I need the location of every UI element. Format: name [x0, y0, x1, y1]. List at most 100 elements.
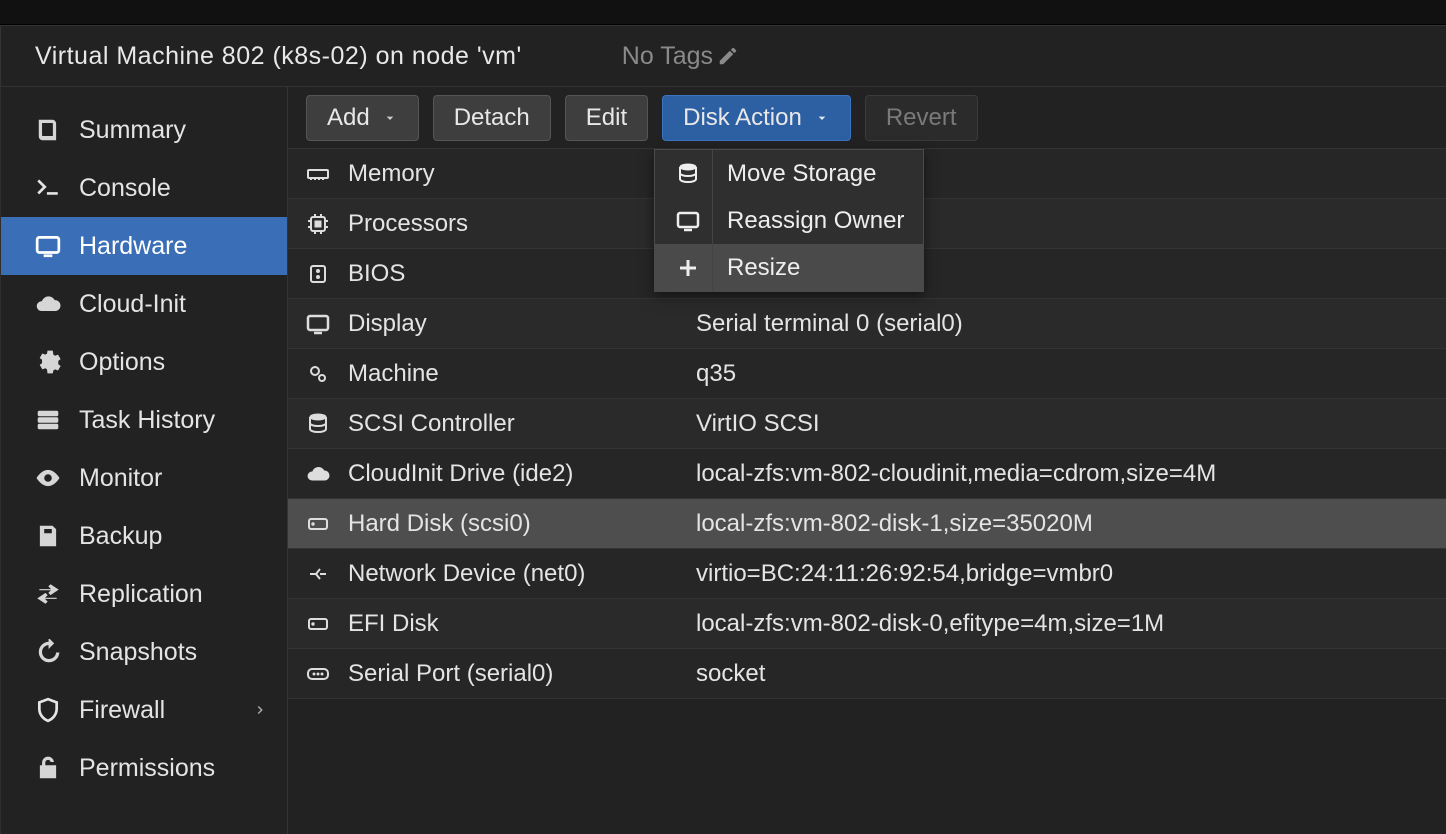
- disk-action-menu: Move Storage Reassign Owner Resize: [654, 149, 924, 292]
- sidebar-item-label: Permissions: [79, 754, 215, 783]
- sidebar-item-backup[interactable]: Backup: [1, 507, 287, 565]
- sidebar-item-console[interactable]: Console: [1, 159, 287, 217]
- menu-item-reassign-owner[interactable]: Reassign Owner: [655, 197, 923, 244]
- sidebar-item-hardware[interactable]: Hardware: [1, 217, 287, 275]
- hardware-row-value: Serial terminal 0 (serial0): [696, 310, 1446, 338]
- hardware-row-value: virtio=BC:24:11:26:92:54,bridge=vmbr0: [696, 560, 1446, 588]
- sidebar-item-label: Console: [79, 174, 171, 203]
- book-icon: [35, 117, 61, 143]
- add-button-label: Add: [327, 104, 370, 132]
- hardware-row-key: EFI Disk: [348, 610, 696, 638]
- hardware-row-key: Hard Disk (scsi0): [348, 510, 696, 538]
- hardware-row-value: local-zfs:vm-802-cloudinit,media=cdrom,s…: [696, 460, 1446, 488]
- toolbar: Add Detach Edit Disk Action Revert: [288, 87, 1446, 149]
- sidebar-item-label: Options: [79, 348, 165, 377]
- pencil-icon: [717, 45, 739, 67]
- eye-icon: [35, 465, 61, 491]
- hardware-row-key: SCSI Controller: [348, 410, 696, 438]
- chevron-down-icon: [382, 110, 398, 126]
- save-icon: [35, 523, 61, 549]
- gears-icon: [306, 362, 330, 386]
- no-tags-button[interactable]: No Tags: [622, 42, 739, 71]
- hardware-row[interactable]: SCSI ControllerVirtIO SCSI: [288, 399, 1446, 449]
- sidebar-item-cloud-init[interactable]: Cloud-Init: [1, 275, 287, 333]
- sidebar-item-label: Cloud-Init: [79, 290, 186, 319]
- menu-item-resize[interactable]: Resize: [655, 244, 923, 291]
- sidebar-item-task-history[interactable]: Task History: [1, 391, 287, 449]
- sidebar-item-permissions[interactable]: Permissions: [1, 739, 287, 797]
- detach-button[interactable]: Detach: [433, 95, 551, 141]
- monitor-icon: [676, 209, 700, 233]
- monitor-icon: [35, 233, 61, 259]
- hardware-row[interactable]: EFI Disklocal-zfs:vm-802-disk-0,efitype=…: [288, 599, 1446, 649]
- hdd-icon: [306, 512, 330, 536]
- disk-action-button[interactable]: Disk Action: [662, 95, 851, 141]
- sidebar-item-label: Monitor: [79, 464, 162, 493]
- sidebar-item-label: Summary: [79, 116, 186, 145]
- hardware-row-key: Memory: [348, 160, 696, 188]
- menu-item-label: Resize: [727, 254, 800, 282]
- page-title: Virtual Machine 802 (k8s-02) on node 'vm…: [35, 42, 522, 71]
- sidebar-item-snapshots[interactable]: Snapshots: [1, 623, 287, 681]
- hardware-row-value: local-zfs:vm-802-disk-0,efitype=4m,size=…: [696, 610, 1446, 638]
- sidebar-item-label: Firewall: [79, 696, 165, 725]
- chip-icon: [306, 262, 330, 286]
- sidebar-item-replication[interactable]: Replication: [1, 565, 287, 623]
- sidebar-item-label: Replication: [79, 580, 203, 609]
- revert-button-label: Revert: [886, 104, 957, 132]
- edit-button[interactable]: Edit: [565, 95, 648, 141]
- hardware-row-key: Network Device (net0): [348, 560, 696, 588]
- hardware-row[interactable]: Hard Disk (scsi0)local-zfs:vm-802-disk-1…: [288, 499, 1446, 549]
- sidebar-item-summary[interactable]: Summary: [1, 101, 287, 159]
- list-icon: [35, 407, 61, 433]
- detach-button-label: Detach: [454, 104, 530, 132]
- hardware-row[interactable]: CloudInit Drive (ide2)local-zfs:vm-802-c…: [288, 449, 1446, 499]
- sidebar-item-label: Task History: [79, 406, 215, 435]
- gear-icon: [35, 349, 61, 375]
- hardware-row-value: VirtIO SCSI: [696, 410, 1446, 438]
- content-pane: Add Detach Edit Disk Action Revert Memor…: [288, 87, 1446, 834]
- sidebar-item-monitor[interactable]: Monitor: [1, 449, 287, 507]
- no-tags-label: No Tags: [622, 42, 713, 71]
- menu-item-label: Reassign Owner: [727, 207, 904, 235]
- menu-item-move-storage[interactable]: Move Storage: [655, 150, 923, 197]
- chevron-down-icon: [814, 110, 830, 126]
- sidebar-item-label: Backup: [79, 522, 162, 551]
- sidebar-item-options[interactable]: Options: [1, 333, 287, 391]
- top-bar: [0, 0, 1446, 25]
- plus-icon: [676, 256, 700, 280]
- hardware-row-key: Machine: [348, 360, 696, 388]
- edit-button-label: Edit: [586, 104, 627, 132]
- hdd-icon: [306, 612, 330, 636]
- cloud-icon: [306, 462, 330, 486]
- disk-action-button-label: Disk Action: [683, 104, 802, 132]
- sync-icon: [35, 581, 61, 607]
- history-icon: [35, 639, 61, 665]
- hardware-row[interactable]: DisplaySerial terminal 0 (serial0): [288, 299, 1446, 349]
- serial-icon: [306, 662, 330, 686]
- terminal-icon: [35, 175, 61, 201]
- database-icon: [306, 412, 330, 436]
- sidebar-item-label: Hardware: [79, 232, 187, 261]
- menu-item-label: Move Storage: [727, 160, 876, 188]
- hardware-row-key: CloudInit Drive (ide2): [348, 460, 696, 488]
- cpu-icon: [306, 212, 330, 236]
- hardware-row-value: q35: [696, 360, 1446, 388]
- hardware-row-value: local-zfs:vm-802-disk-1,size=35020M: [696, 510, 1446, 538]
- hardware-row[interactable]: Serial Port (serial0)socket: [288, 649, 1446, 699]
- hardware-row[interactable]: Network Device (net0)virtio=BC:24:11:26:…: [288, 549, 1446, 599]
- sidebar-item-label: Snapshots: [79, 638, 197, 667]
- add-button[interactable]: Add: [306, 95, 419, 141]
- hardware-row-key: BIOS: [348, 260, 696, 288]
- database-icon: [676, 162, 700, 186]
- page-header: Virtual Machine 802 (k8s-02) on node 'vm…: [0, 25, 1446, 87]
- hardware-row[interactable]: Machineq35: [288, 349, 1446, 399]
- revert-button: Revert: [865, 95, 978, 141]
- memory-icon: [306, 162, 330, 186]
- sidebar-item-firewall[interactable]: Firewall: [1, 681, 287, 739]
- sidebar: Summary Console Hardware Cloud-Init Options T…: [1, 87, 288, 834]
- hardware-row-key: Display: [348, 310, 696, 338]
- network-icon: [306, 562, 330, 586]
- monitor-icon: [306, 312, 330, 336]
- cloud-icon: [35, 291, 61, 317]
